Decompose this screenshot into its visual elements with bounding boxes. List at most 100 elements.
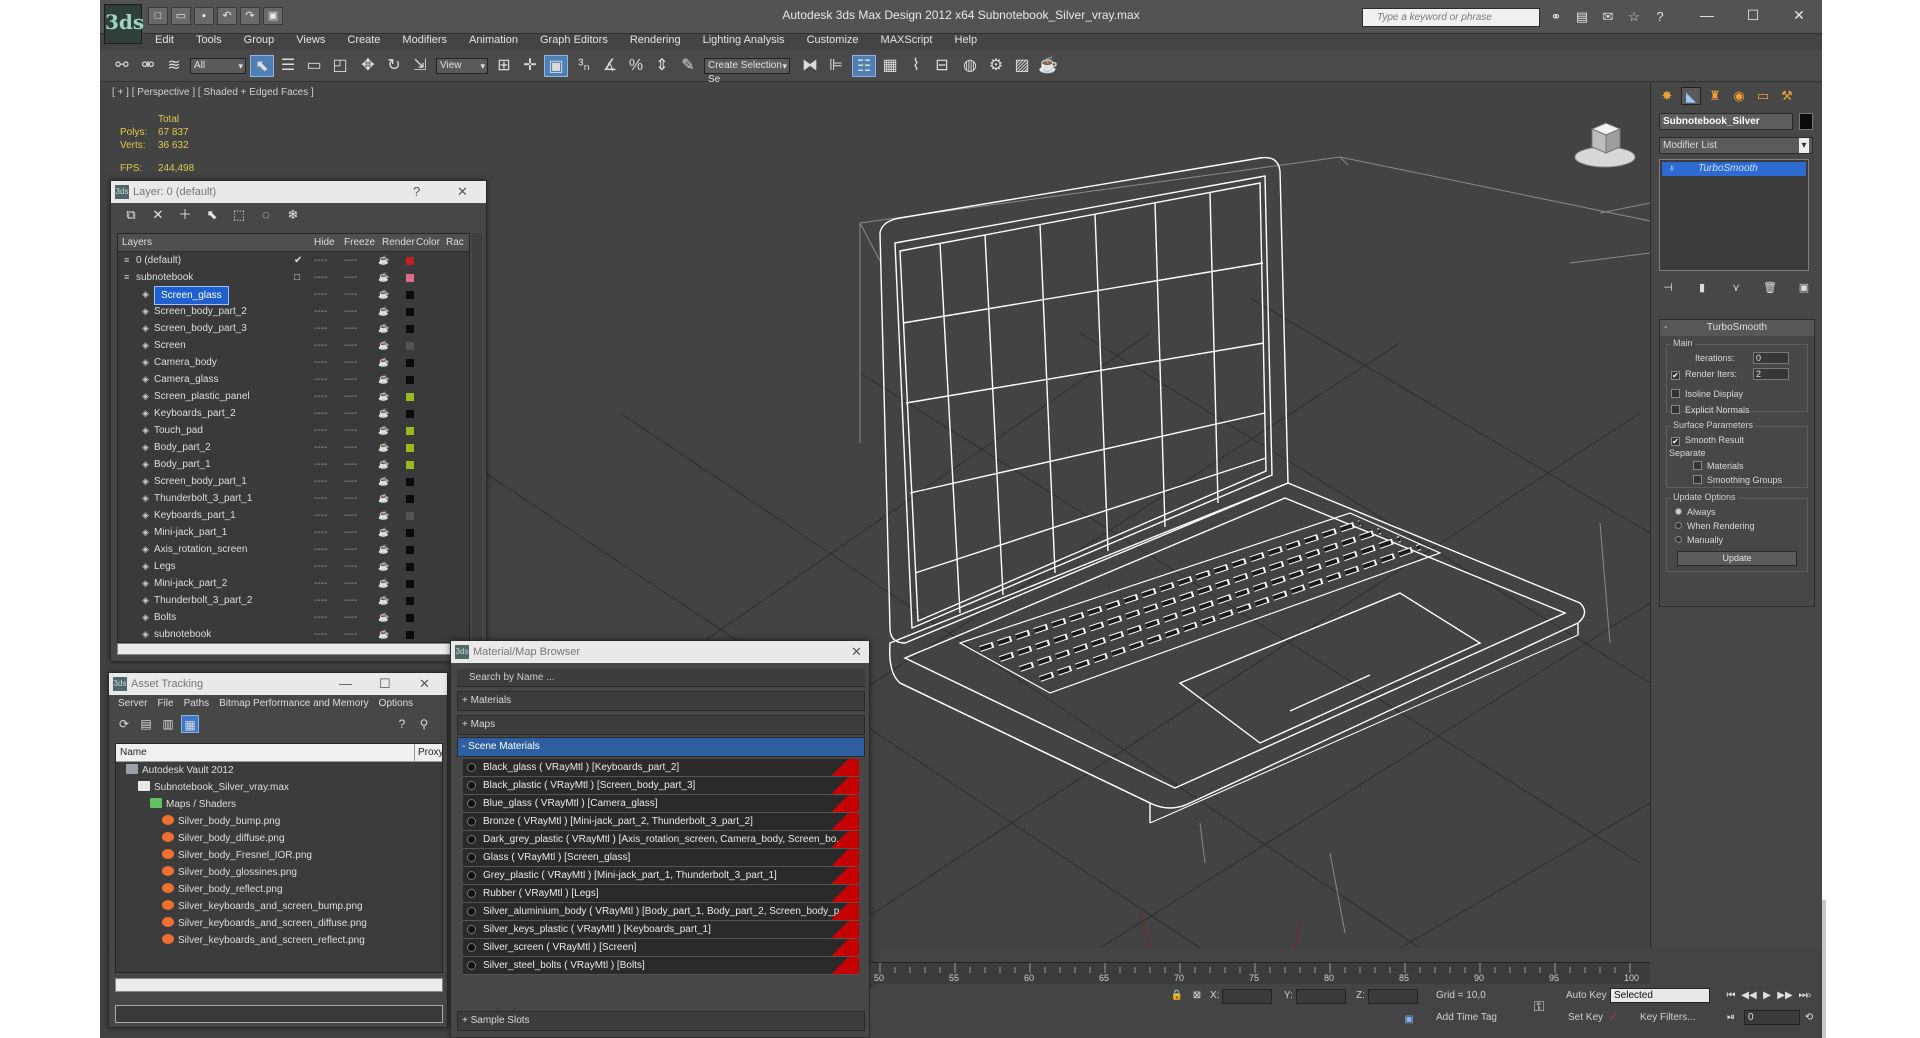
help-icon[interactable]: ? (413, 181, 420, 203)
when-rendering-radio[interactable] (1675, 522, 1682, 529)
maximize-icon[interactable]: ☐ (1730, 0, 1776, 30)
render-teapot-icon[interactable]: ☕ (378, 422, 389, 439)
freeze-toggle[interactable]: ---- (344, 592, 357, 609)
freeze-toggle[interactable]: ---- (344, 490, 357, 507)
time-tag-icon[interactable]: ▣ (1400, 1012, 1418, 1028)
col-freeze[interactable]: Freeze (344, 234, 382, 251)
layer-row[interactable]: ◈ Body_part_2 ---- ---- ☕ (118, 439, 469, 456)
material-row[interactable]: Bronze ( VRayMtl ) [Mini-jack_part_2, Th… (463, 813, 859, 831)
asset-row[interactable]: Silver_keyboards_and_screen_diffuse.png (116, 915, 442, 932)
open-file-icon[interactable]: ▭ (171, 7, 191, 25)
freeze-toggle[interactable]: ---- (344, 507, 357, 524)
minimize-icon[interactable]: — (1684, 0, 1730, 30)
delete-layer-icon[interactable]: ✕ (148, 206, 168, 224)
new-layer-icon[interactable]: ⧉ (121, 206, 141, 224)
move-icon[interactable]: ✥ (356, 55, 380, 77)
layer-name[interactable]: Thunderbolt_3_part_1 (154, 490, 252, 507)
layer-row[interactable]: ◈ Thunderbolt_3_part_1 ---- ---- ☕ (118, 490, 469, 507)
edit-named-selection-icon[interactable]: ✎ (676, 55, 700, 77)
asset-horizontal-scrollbar[interactable] (115, 978, 443, 992)
freeze-toggle[interactable]: ---- (344, 371, 357, 388)
motion-tab-icon[interactable]: ◉ (1729, 87, 1749, 105)
hide-toggle[interactable]: ---- (314, 388, 327, 405)
layer-row[interactable]: ◈ Keyboards_part_1 ---- ---- ☕ (118, 507, 469, 524)
material-row[interactable]: Silver_screen ( VRayMtl ) [Screen] (463, 939, 859, 957)
favorites-icon[interactable]: ☆ (1624, 8, 1644, 26)
object-name-field[interactable]: Subnotebook_Silver (1659, 113, 1793, 130)
current-layer-checkbox[interactable]: ✔ (294, 252, 302, 269)
smoothing-groups-checkbox[interactable] (1693, 475, 1702, 484)
layer-name[interactable]: 0 (default) (136, 252, 181, 269)
modifier-stack-item[interactable]: ♁ TurboSmooth (1662, 162, 1806, 176)
asset-menu-paths[interactable]: Paths (179, 695, 215, 713)
hide-toggle[interactable]: ---- (314, 575, 327, 592)
layer-horizontal-scrollbar[interactable] (117, 643, 470, 655)
freeze-toggle[interactable]: ---- (344, 337, 357, 354)
layer-color-swatch[interactable] (406, 631, 414, 639)
hide-toggle[interactable]: ---- (314, 558, 327, 575)
layer-color-swatch[interactable] (406, 359, 414, 367)
asset-menu-file[interactable]: File (152, 695, 178, 713)
layer-row[interactable]: ◈ Screen_plastic_panel ---- ---- ☕ (118, 388, 469, 405)
lock-icon[interactable]: 🔒 (1168, 988, 1186, 1004)
absolute-mode-icon[interactable]: ⊠ (1188, 988, 1206, 1004)
render-setup-icon[interactable]: ⚙ (984, 55, 1008, 77)
menu-animation[interactable]: Animation (458, 31, 529, 50)
select-highlighted-icon[interactable]: ⬉ (202, 206, 222, 224)
freeze-toggle[interactable]: ---- (344, 320, 357, 337)
mirror-icon[interactable]: ⧓ (798, 55, 822, 77)
auto-key-button[interactable]: Auto Key (1566, 990, 1607, 1001)
selection-filter-select[interactable]: All (190, 58, 246, 74)
group-materials[interactable]: + Materials (457, 691, 865, 711)
menu-lighting-analysis[interactable]: Lighting Analysis (692, 31, 796, 50)
freeze-toggle[interactable]: ---- (344, 405, 357, 422)
scale-icon[interactable]: ⇲ (408, 55, 432, 77)
render-teapot-icon[interactable]: ☕ (378, 456, 389, 473)
hierarchy-tab-icon[interactable]: ♜ (1705, 87, 1725, 105)
render-teapot-icon[interactable]: ☕ (378, 252, 389, 269)
freeze-toggle[interactable]: ---- (344, 388, 357, 405)
render-teapot-icon[interactable]: ☕ (378, 609, 389, 626)
update-button[interactable]: Update (1677, 551, 1797, 566)
hide-toggle[interactable]: ---- (314, 303, 327, 320)
freeze-all-icon[interactable]: ❄ (283, 206, 303, 224)
render-iters-checkbox[interactable]: ✔ (1671, 371, 1680, 380)
key-mode-icon[interactable]: ⏯ (1722, 1010, 1740, 1026)
asset-menu-bitmap[interactable]: Bitmap Performance and Memory (214, 695, 374, 713)
freeze-toggle[interactable]: ---- (344, 473, 357, 490)
material-row[interactable]: Black_plastic ( VRayMtl ) [Screen_body_p… (463, 777, 859, 795)
material-row[interactable]: Glass ( VRayMtl ) [Screen_glass] (463, 849, 859, 867)
utilities-tab-icon[interactable]: ⚒ (1777, 87, 1797, 105)
percent-snap-icon[interactable]: % (624, 55, 648, 77)
asset-row[interactable]: Silver_body_glossines.png (116, 864, 442, 881)
layer-color-swatch[interactable] (406, 478, 414, 486)
select-by-name-icon[interactable]: ☰ (276, 55, 300, 77)
layer-name[interactable]: Mini-jack_part_2 (154, 575, 227, 592)
hide-toggle[interactable]: ---- (314, 337, 327, 354)
col-hide[interactable]: Hide (314, 234, 344, 251)
layer-row[interactable]: ◈ Body_part_1 ---- ---- ☕ (118, 456, 469, 473)
hide-toggle[interactable]: ---- (314, 626, 327, 642)
render-teapot-icon[interactable]: ☕ (378, 286, 389, 303)
schematic-view-icon[interactable]: ⊟ (930, 55, 954, 77)
render-teapot-icon[interactable]: ☕ (378, 405, 389, 422)
render-teapot-icon[interactable]: ☕ (1036, 55, 1060, 77)
layer-name[interactable]: Screen_plastic_panel (154, 388, 250, 405)
asset-row[interactable]: Silver_body_Fresnel_IOR.png (116, 847, 442, 864)
layer-row[interactable]: ◈ subnotebook ---- ---- ☕ (118, 626, 469, 642)
communication-icon[interactable]: ✉ (1598, 8, 1618, 26)
minimize-icon[interactable]: — (339, 673, 352, 695)
y-coordinate-field[interactable] (1296, 989, 1346, 1004)
snaps-toggle-icon[interactable]: ³ₙ (572, 55, 596, 77)
layer-color-swatch[interactable] (406, 614, 414, 622)
render-teapot-icon[interactable]: ☕ (378, 524, 389, 541)
material-row[interactable]: Blue_glass ( VRayMtl ) [Camera_glass] (463, 795, 859, 813)
asset-row[interactable]: Silver_body_bump.png (116, 813, 442, 830)
material-row[interactable]: Grey_plastic ( VRayMtl ) [Mini-jack_part… (463, 867, 859, 885)
layer-color-swatch[interactable] (406, 580, 414, 588)
layer-row[interactable]: ◈ Screen_body_part_2 ---- ---- ☕ (118, 303, 469, 320)
col-color[interactable]: Color (416, 234, 446, 251)
hide-toggle[interactable]: ---- (314, 609, 327, 626)
group-sample-slots[interactable]: + Sample Slots (457, 1011, 865, 1031)
play-icon[interactable]: ▶ (1758, 988, 1776, 1004)
